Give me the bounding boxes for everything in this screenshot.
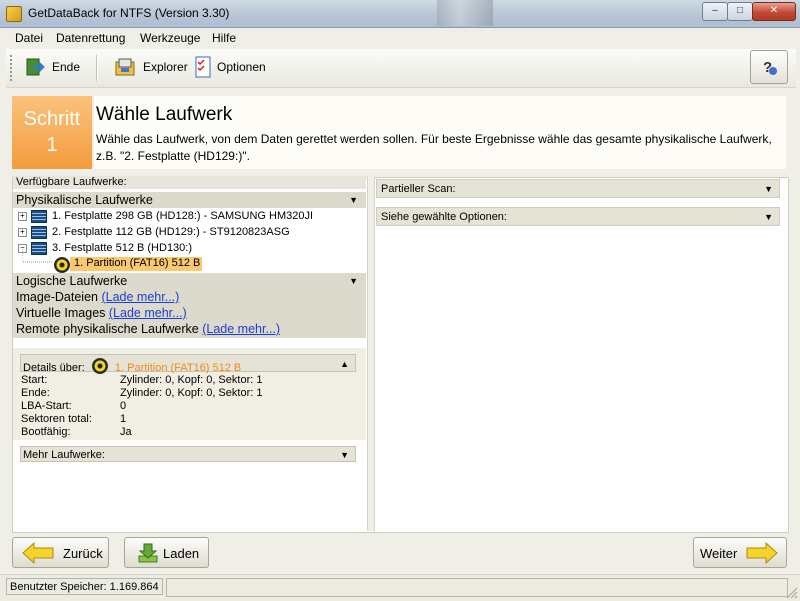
explorer-label: Explorer xyxy=(143,60,188,74)
exit-label: Ende xyxy=(52,60,81,74)
maximize-button[interactable]: □ xyxy=(727,2,753,21)
image-files-label: Image-Dateien xyxy=(16,290,98,304)
menu-bar: Datei Datenrettung Werkzeuge Hilfe xyxy=(0,28,800,48)
app-window: GetDataBack for NTFS (Version 3.30) – □ … xyxy=(0,0,800,601)
disk-1-label: 1. Festplatte 298 GB (HD128:) - SAMSUNG … xyxy=(52,210,314,222)
memory-status: Benutzter Speicher: 1.169.864 xyxy=(6,578,163,595)
options-label: Optionen xyxy=(217,60,266,74)
close-button[interactable]: ✕ xyxy=(752,2,796,21)
collapse-arrow-icon: ▼ xyxy=(349,195,358,205)
partial-scan-label: Partieller Scan: xyxy=(381,183,456,195)
menu-datei[interactable]: Datei xyxy=(15,31,43,45)
menu-werkzeuge[interactable]: Werkzeuge xyxy=(140,31,200,45)
next-button[interactable]: Weiter xyxy=(693,537,787,568)
available-drives-header: Verfügbare Laufwerke: xyxy=(13,176,366,189)
title-bar: GetDataBack for NTFS (Version 3.30) – □ … xyxy=(0,0,800,28)
detail-key-bootable: Bootfähig: xyxy=(21,426,71,438)
minimize-button[interactable]: – xyxy=(702,2,728,21)
detail-value-lba: 0 xyxy=(120,400,127,412)
detail-value-start: Zylinder: 0, Kopf: 0, Sektor: 1 xyxy=(120,374,263,386)
app-icon xyxy=(6,6,22,22)
arrow-right-icon xyxy=(746,542,778,564)
disk-3-label: 3. Festplatte 512 B (HD130:) xyxy=(52,242,193,254)
download-load-icon xyxy=(138,543,158,563)
expand-arrow-icon: ▼ xyxy=(349,276,358,286)
arrow-left-icon xyxy=(22,542,54,564)
toolbar: Ende Explorer Optionen ? xyxy=(6,49,796,88)
help-question-icon: ? xyxy=(763,59,777,76)
details-header[interactable]: Details über: 1. Partition (FAT16) 512 B… xyxy=(20,354,356,374)
detail-key-sectors: Sektoren total: xyxy=(21,413,92,425)
title-thumbnail xyxy=(437,0,493,26)
load-label: Laden xyxy=(163,546,200,561)
remote-drives-label: Remote physikalische Laufwerke xyxy=(16,322,199,336)
options-button[interactable]: Optionen xyxy=(192,53,266,81)
detail-value-end: Zylinder: 0, Kopf: 0, Sektor: 1 xyxy=(120,387,263,399)
help-button[interactable]: ? xyxy=(750,50,788,84)
load-button[interactable]: Laden xyxy=(124,537,209,568)
menu-datenrettung[interactable]: Datenrettung xyxy=(56,31,125,45)
logical-drives-header[interactable]: Logische Laufwerke ▼ xyxy=(13,273,366,289)
remote-drives-row: Remote physikalische Laufwerke (Lade meh… xyxy=(13,321,366,338)
step-badge: Schritt 1 xyxy=(12,96,92,169)
remote-drives-load-more-link[interactable]: (Lade mehr...) xyxy=(202,322,280,336)
hard-disk-icon xyxy=(31,209,47,223)
physical-drives-label: Physikalische Laufwerke xyxy=(16,193,153,207)
disk-2-label: 2. Festplatte 112 GB (HD129:) - ST912082… xyxy=(52,226,290,238)
status-bar: Benutzter Speicher: 1.169.864 xyxy=(0,574,800,601)
selected-options-label: Siehe gewählte Optionen: xyxy=(381,211,507,223)
step-description: Wähle das Laufwerk, von dem Daten gerett… xyxy=(96,132,772,163)
hard-disk-icon xyxy=(31,225,47,239)
explorer-button[interactable]: Explorer xyxy=(112,53,190,81)
detail-value-sectors: 1 xyxy=(120,413,127,425)
exit-door-icon xyxy=(26,58,45,76)
detail-key-end: Ende: xyxy=(21,387,50,399)
resize-grip-icon[interactable] xyxy=(786,587,798,599)
toolbar-grip[interactable] xyxy=(10,55,15,81)
tree-item-partition-selected[interactable]: 1. Partition (FAT16) 512 B xyxy=(70,257,202,271)
virtual-images-load-more-link[interactable]: (Lade mehr...) xyxy=(109,306,187,320)
logical-drives-label: Logische Laufwerke xyxy=(16,274,128,288)
toolbar-separator xyxy=(96,55,98,81)
status-empty-cell xyxy=(166,578,788,597)
image-files-row: Image-Dateien (Lade mehr...) xyxy=(13,289,366,305)
step-number: 1 xyxy=(46,134,58,156)
back-button[interactable]: Zurück xyxy=(12,537,109,568)
options-checklist-icon xyxy=(195,56,211,78)
panel-splitter[interactable] xyxy=(367,177,375,531)
tree-item-disk-1[interactable]: +1. Festplatte 298 GB (HD128:) - SAMSUNG… xyxy=(18,209,313,224)
virtual-images-label: Virtuelle Images xyxy=(16,306,106,320)
window-title: GetDataBack for NTFS (Version 3.30) xyxy=(28,6,230,20)
tree-connector-line xyxy=(22,249,52,263)
expand-arrow-icon: ▼ xyxy=(340,450,349,460)
detail-value-bootable: Ja xyxy=(120,426,132,438)
physical-drives-header[interactable]: Physikalische Laufwerke ▼ xyxy=(13,192,366,208)
next-label: Weiter xyxy=(700,546,738,561)
expand-icon[interactable]: + xyxy=(18,227,27,237)
expand-arrow-icon: ▼ xyxy=(764,184,773,194)
virtual-images-row: Virtuelle Images (Lade mehr...) xyxy=(13,305,366,321)
tree-item-disk-2[interactable]: +2. Festplatte 112 GB (HD129:) - ST91208… xyxy=(18,225,290,240)
selected-options-header[interactable]: Siehe gewählte Optionen: ▼ xyxy=(376,207,780,226)
more-drives-label: Mehr Laufwerke: xyxy=(23,449,105,461)
partition-disc-icon xyxy=(91,358,108,374)
exit-button[interactable]: Ende xyxy=(24,53,86,81)
image-files-load-more-link[interactable]: (Lade mehr...) xyxy=(101,290,179,304)
detail-key-start: Start: xyxy=(21,374,48,386)
expand-arrow-icon: ▼ xyxy=(764,212,773,222)
more-drives-header[interactable]: Mehr Laufwerke: ▼ xyxy=(20,446,356,462)
menu-hilfe[interactable]: Hilfe xyxy=(212,31,236,45)
partition-disc-icon xyxy=(54,257,70,273)
details-label: Details über: xyxy=(23,362,85,374)
expand-icon[interactable]: + xyxy=(18,211,27,221)
explorer-icon xyxy=(115,58,135,76)
details-item-name: 1. Partition (FAT16) 512 B xyxy=(114,362,242,374)
step-word: Schritt xyxy=(23,108,81,130)
back-label: Zurück xyxy=(63,546,103,561)
detail-key-lba: LBA-Start: xyxy=(21,400,72,412)
collapse-up-icon: ▲ xyxy=(340,359,349,369)
step-title: Wähle Laufwerk xyxy=(96,104,233,125)
partial-scan-header[interactable]: Partieller Scan: ▼ xyxy=(376,179,780,198)
